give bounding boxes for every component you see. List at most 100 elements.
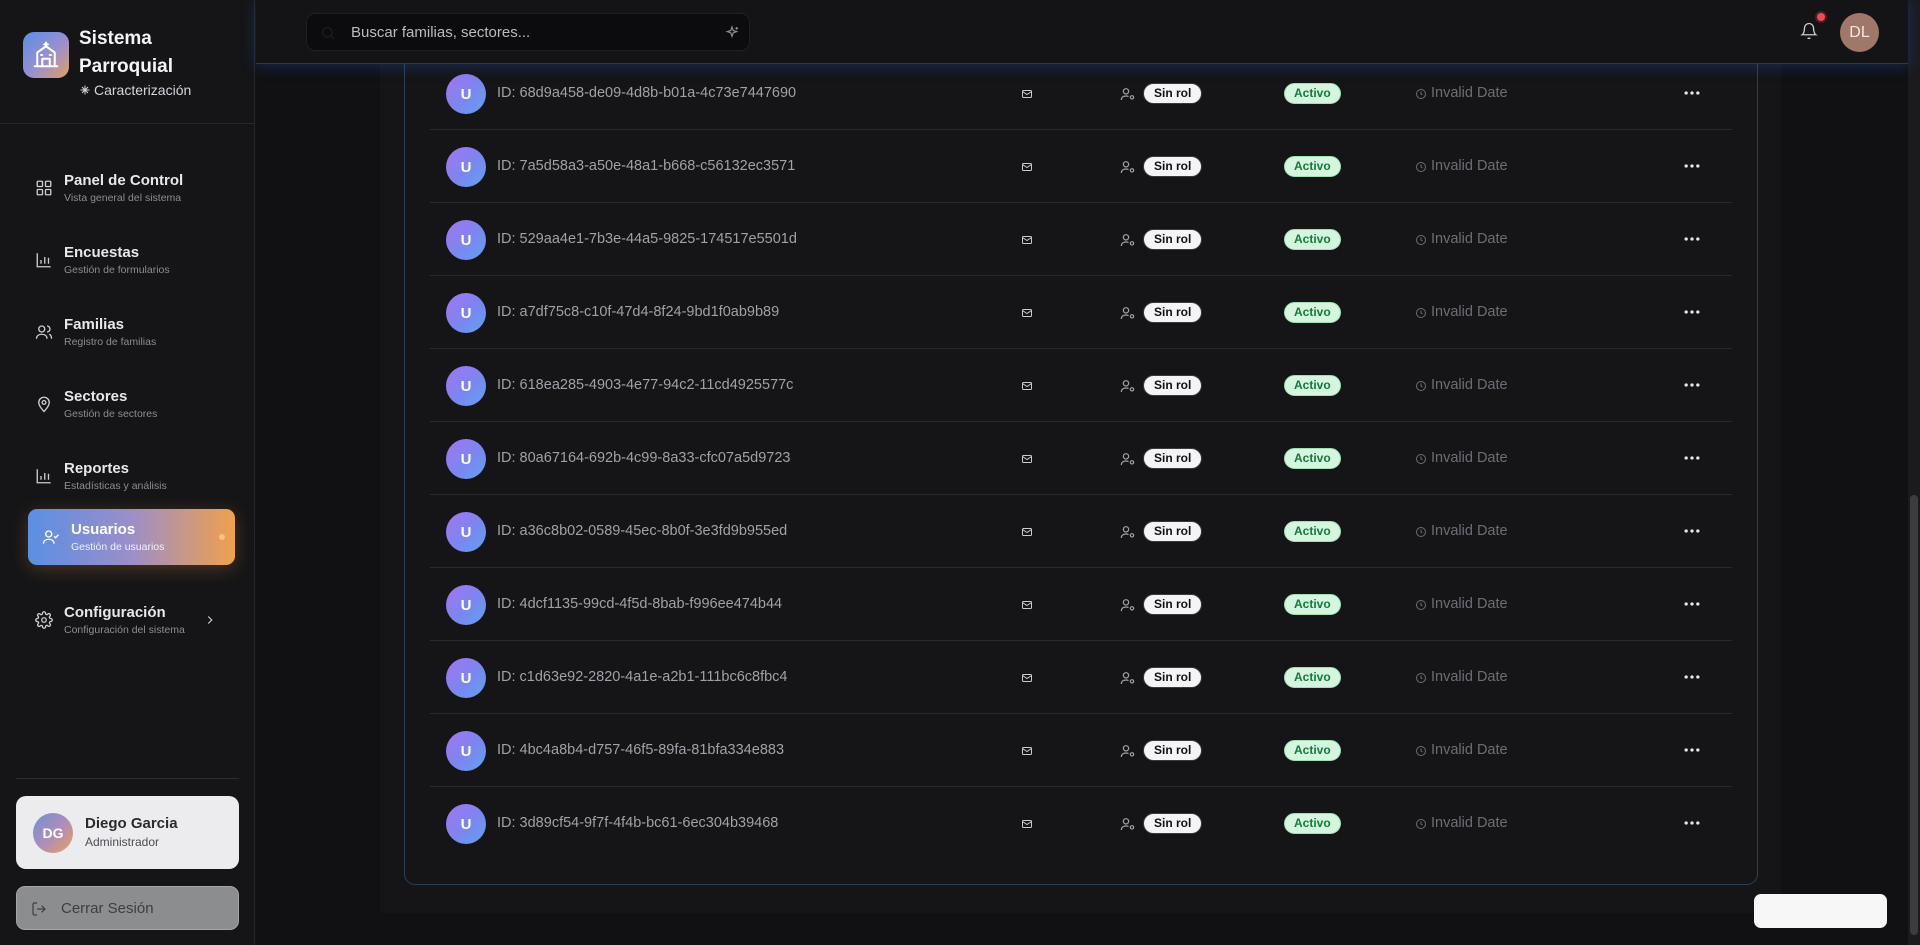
avatar: U	[446, 731, 486, 771]
user-id: ID: a7df75c8-c10f-47d4-8f24-9bd1f0ab9b89	[497, 304, 780, 320]
status-badge: Activo	[1284, 813, 1341, 834]
mail-icon[interactable]	[1021, 88, 1033, 100]
last-access-date: Invalid Date	[1431, 742, 1508, 758]
table-row[interactable]: U ID: c1d63e92-2820-4a1e-a2b1-111bc6c8fbc…	[430, 641, 1732, 714]
user-id: ID: 3d89cf54-9f7f-4f4b-bc61-6ec304b39468	[497, 815, 779, 831]
toast-notification[interactable]	[1754, 894, 1887, 928]
more-options-icon[interactable]	[1682, 448, 1702, 468]
more-options-icon[interactable]	[1682, 740, 1702, 760]
table-row[interactable]: U ID: a36c8b02-0589-45ec-8b0f-3e3fd9b955e…	[430, 495, 1732, 568]
mail-icon[interactable]	[1021, 234, 1033, 246]
mail-icon[interactable]	[1021, 526, 1033, 538]
table-row[interactable]: U ID: 7a5d58a3-a50e-48a1-b668-c56132ec357…	[430, 130, 1732, 203]
user-cog-icon	[1120, 818, 1135, 831]
sidebar-item-desc: Configuración del sistema	[64, 624, 185, 636]
sidebar-item-label: Panel de Control	[64, 172, 184, 189]
mail-icon[interactable]	[1021, 453, 1033, 465]
clock-icon	[1416, 819, 1426, 829]
avatar: U	[446, 804, 486, 844]
church-logo-icon	[23, 32, 69, 78]
user-id: ID: 7a5d58a3-a50e-48a1-b668-c56132ec3571	[497, 158, 796, 174]
user-cog-icon	[1120, 88, 1135, 101]
table-row[interactable]: U ID: 618ea285-4903-4e77-94c2-11cd4925577…	[430, 349, 1732, 422]
mail-icon[interactable]	[1021, 599, 1033, 611]
gear-icon	[35, 611, 53, 629]
role-badge: Sin rol	[1143, 521, 1203, 542]
user-id: ID: 68d9a458-de09-4d8b-b01a-4c73e7447690	[497, 85, 797, 101]
sidebar-item-configuracion[interactable]: Configuración Configuración del sistema	[28, 592, 235, 648]
map-pin-icon	[38, 396, 50, 413]
status-badge: Activo	[1284, 156, 1341, 177]
last-access-date: Invalid Date	[1431, 596, 1508, 612]
more-options-icon[interactable]	[1682, 813, 1702, 833]
mail-icon[interactable]	[1021, 380, 1033, 392]
more-options-icon[interactable]	[1682, 594, 1702, 614]
status-badge: Activo	[1284, 229, 1341, 250]
chevron-right-icon	[207, 616, 213, 624]
more-options-icon[interactable]	[1682, 302, 1702, 322]
more-options-icon[interactable]	[1682, 375, 1702, 395]
mail-icon[interactable]	[1021, 745, 1033, 757]
bell-icon[interactable]	[1800, 22, 1818, 40]
status-badge: Activo	[1284, 740, 1341, 761]
sidebar-item-panel-de-control[interactable]: Panel de Control Vista general del siste…	[28, 160, 235, 216]
search-input[interactable]	[351, 14, 691, 50]
clock-icon	[1416, 746, 1426, 756]
sidebar-item-desc: Gestión de formularios	[64, 264, 170, 276]
header-avatar[interactable]: DL	[1840, 13, 1879, 52]
user-cog-icon	[1120, 672, 1135, 685]
mail-icon[interactable]	[1021, 161, 1033, 173]
more-options-icon[interactable]	[1682, 156, 1702, 176]
sidebar-item-label: Configuración	[64, 604, 166, 621]
logout-icon	[32, 902, 46, 916]
sidebar-item-sectores[interactable]: Sectores Gestión de sectores	[28, 376, 235, 432]
sidebar-divider	[16, 778, 239, 779]
table-row[interactable]: U ID: 68d9a458-de09-4d8b-b01a-4c73e744769…	[430, 57, 1732, 130]
last-access-date: Invalid Date	[1431, 377, 1508, 393]
sidebar-item-encuestas[interactable]: Encuestas Gestión de formularios	[28, 232, 235, 288]
user-id: ID: 4dcf1135-99cd-4f5d-8bab-f996ee474b44	[497, 596, 783, 612]
logout-button[interactable]: Cerrar Sesión	[16, 886, 239, 930]
user-cog-icon	[1120, 599, 1135, 612]
user-cog-icon	[1120, 453, 1135, 466]
table-row[interactable]: U ID: 529aa4e1-7b3e-44a5-9825-174517e5501…	[430, 203, 1732, 276]
sidebar-item-label: Encuestas	[64, 244, 140, 261]
table-row[interactable]: U ID: a7df75c8-c10f-47d4-8f24-9bd1f0ab9b8…	[430, 276, 1732, 349]
more-options-icon[interactable]	[1682, 521, 1702, 541]
clock-icon	[1416, 235, 1426, 245]
sidebar-item-label: Familias	[64, 316, 125, 333]
avatar: U	[446, 658, 486, 698]
user-profile-card[interactable]: DG Diego Garcia Administrador	[16, 796, 239, 869]
mail-icon[interactable]	[1021, 818, 1033, 830]
more-options-icon[interactable]	[1682, 229, 1702, 249]
brand: Sistema Parroquial Caracterización	[0, 0, 255, 124]
more-options-icon[interactable]	[1682, 83, 1702, 103]
sidebar-item-reportes[interactable]: Reportes Estadísticas y análisis	[28, 448, 235, 504]
dashboard-icon	[36, 180, 52, 196]
clock-icon	[1416, 454, 1426, 464]
table-row[interactable]: U ID: 4bc4a8b4-d757-46f5-89fa-81bfa334e88…	[430, 714, 1732, 787]
mail-icon[interactable]	[1021, 672, 1033, 684]
role-badge: Sin rol	[1143, 594, 1203, 615]
clock-icon	[1416, 527, 1426, 537]
sidebar: Sistema Parroquial Caracterización Panel…	[0, 0, 255, 945]
search-bar	[306, 13, 750, 51]
table-row[interactable]: U ID: 80a67164-692b-4c99-8a33-cfc07a5d972…	[430, 422, 1732, 495]
sidebar-item-usuarios[interactable]: Usuarios Gestión de usuarios	[28, 509, 235, 565]
more-options-icon[interactable]	[1682, 667, 1702, 687]
avatar: U	[446, 366, 486, 406]
mail-icon[interactable]	[1021, 307, 1033, 319]
user-name: Diego Garcia	[85, 815, 178, 832]
app-subtitle-text: Caracterización	[94, 82, 192, 98]
table-row[interactable]: U ID: 3d89cf54-9f7f-4f4b-bc61-6ec304b3946…	[430, 787, 1732, 860]
sidebar-item-label: Usuarios	[71, 521, 136, 538]
clock-icon	[1416, 308, 1426, 318]
scrollbar-thumb[interactable]	[1910, 495, 1918, 935]
sparkle-icon[interactable]	[724, 25, 740, 41]
user-id: ID: 529aa4e1-7b3e-44a5-9825-174517e5501d	[497, 231, 797, 247]
status-badge: Activo	[1284, 594, 1341, 615]
active-indicator	[219, 534, 225, 540]
sidebar-item-familias[interactable]: Familias Registro de familias	[28, 304, 235, 360]
sidebar-item-desc: Gestión de usuarios	[71, 541, 165, 553]
table-row[interactable]: U ID: 4dcf1135-99cd-4f5d-8bab-f996ee474b4…	[430, 568, 1732, 641]
